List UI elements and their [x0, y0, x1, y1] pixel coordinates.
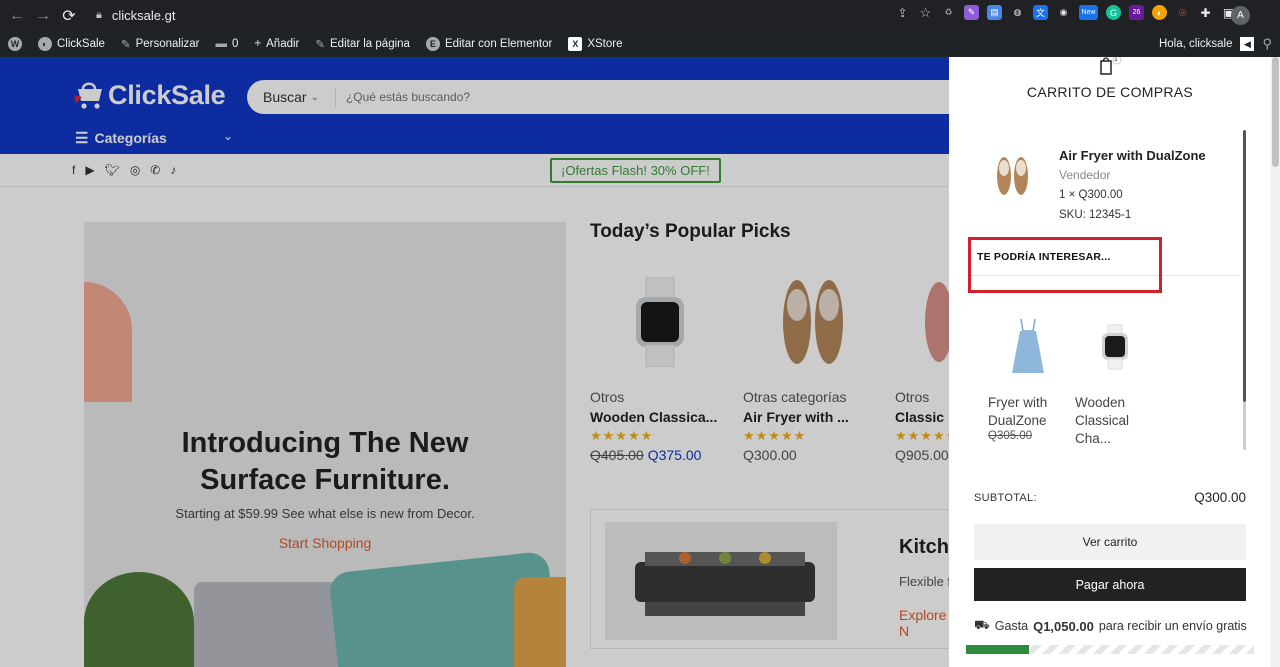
- address-bar[interactable]: 🔒︎ clicksale.gt: [96, 8, 175, 23]
- browser-toolbar: ← → ⟳ 🔒︎ clicksale.gt ⇪ ☆ ♻ ✎ ▤ ◍ 文 ◉ Ne…: [0, 0, 1280, 31]
- wp-xstore-link[interactable]: X XStore: [560, 31, 630, 57]
- plus-icon: +: [254, 38, 262, 50]
- wp-customize-link[interactable]: ✎ Personalizar: [113, 31, 208, 57]
- wp-comments-link[interactable]: ▬ 0: [208, 31, 247, 57]
- wp-elementor-link[interactable]: E Editar con Elementor: [418, 31, 560, 57]
- shopping-bag-icon[interactable]: [1099, 57, 1127, 75]
- cart-item-image[interactable]: [993, 152, 1033, 197]
- chrome-icon[interactable]: ◎: [1175, 5, 1190, 20]
- recommended-price: Q305.00: [988, 430, 1033, 442]
- cart-item-quantity: 1 × Q300.00: [1059, 189, 1123, 201]
- extensions-area: ⇪ ☆ ♻ ✎ ▤ ◍ 文 ◉ New G 26 ◐ ◎ ✚ ▣: [895, 5, 1236, 20]
- dashboard-icon: ◐: [38, 37, 52, 51]
- wp-greeting[interactable]: Hola, clicksale: [1159, 38, 1233, 50]
- bookmark-star-icon[interactable]: ☆: [918, 5, 933, 20]
- cart-scrollbar-track[interactable]: [1243, 402, 1246, 450]
- profile-avatar[interactable]: A: [1231, 6, 1250, 25]
- subtotal-value: Q300.00: [1194, 490, 1246, 505]
- xstore-icon: X: [568, 37, 583, 51]
- interest-heading: TE PODRÍA INTERESAR...: [977, 251, 1111, 263]
- translate-icon[interactable]: 文: [1033, 5, 1048, 20]
- cart-panel: 1 CARRITO DE COMPRAS Air Fryer with Dual…: [949, 56, 1271, 667]
- recommended-name: Wooden Classical Cha...: [1075, 395, 1130, 446]
- recommended-product[interactable]: Wooden Classical Cha...: [1075, 312, 1155, 448]
- search-icon[interactable]: ⚲: [1262, 36, 1272, 52]
- puzzle-icon[interactable]: ✚: [1198, 5, 1213, 20]
- elementor-icon: E: [425, 37, 440, 51]
- cart-title: CARRITO DE COMPRAS: [1026, 84, 1194, 100]
- lock-icon: 🔒︎: [96, 9, 102, 21]
- recommended-product[interactable]: Fryer with DualZone Q305.00: [988, 312, 1068, 442]
- cart-item-sku: SKU: 12345-1: [1059, 209, 1132, 221]
- recycle-icon[interactable]: ♻: [941, 5, 956, 20]
- url-text: clicksale.gt: [111, 8, 176, 23]
- reload-icon[interactable]: ⟳: [56, 3, 82, 29]
- wp-site-link[interactable]: ◐ ClickSale: [30, 31, 113, 57]
- cart-item-name[interactable]: Air Fryer with DualZone: [1059, 148, 1206, 163]
- back-icon[interactable]: ←: [4, 3, 30, 29]
- subtotal-label: SUBTOTAL:: [974, 492, 1037, 504]
- doc-extension-icon[interactable]: ▤: [987, 5, 1002, 20]
- free-shipping-message: ⛟ Gasta Q1,050.00 para recibir un envío …: [974, 618, 1247, 634]
- cart-scrollbar[interactable]: [1243, 130, 1246, 402]
- recommended-name: Fryer with DualZone: [988, 395, 1048, 428]
- shipping-progress-bar: [966, 645, 1254, 654]
- pay-now-button[interactable]: Pagar ahora: [974, 568, 1246, 601]
- view-cart-button[interactable]: Ver carrito: [974, 524, 1246, 560]
- moon-icon[interactable]: ◐: [1152, 5, 1167, 20]
- camera-icon[interactable]: ◉: [1056, 5, 1071, 20]
- cart-count-badge: 1: [1114, 56, 1118, 63]
- wp-edit-page-link[interactable]: ✎ Editar la página: [307, 31, 418, 57]
- wp-admin-bar: W ◐ ClickSale ✎ Personalizar ▬ 0 + Añadir ✎ E…: [0, 31, 1280, 57]
- page-scrollbar[interactable]: [1271, 57, 1280, 667]
- globe-icon[interactable]: ◍: [1010, 5, 1025, 20]
- user-avatar-icon[interactable]: ◀: [1240, 37, 1255, 51]
- forward-icon[interactable]: →: [30, 3, 56, 29]
- brush-icon: ✎: [120, 39, 131, 51]
- page-scroll-thumb[interactable]: [1272, 57, 1279, 167]
- badge-count-icon[interactable]: 26: [1129, 5, 1144, 20]
- wordpress-logo-icon[interactable]: W: [0, 31, 30, 57]
- truck-icon: ⛟: [974, 618, 990, 632]
- page-dim-overlay[interactable]: [0, 57, 949, 667]
- dress-image: [988, 312, 1068, 382]
- pen-extension-icon[interactable]: ✎: [964, 5, 979, 20]
- new-extension-icon[interactable]: New: [1079, 5, 1098, 20]
- wp-add-new-link[interactable]: + Añadir: [246, 31, 307, 57]
- highlight-box: [968, 237, 1162, 293]
- watch-image: [1075, 312, 1155, 382]
- share-icon[interactable]: ⇪: [895, 5, 910, 20]
- cart-item-vendor[interactable]: Vendedor: [1059, 168, 1110, 182]
- grammarly-icon[interactable]: G: [1106, 5, 1121, 20]
- comment-icon: ▬: [215, 38, 228, 50]
- shipping-progress-fill: [966, 645, 1030, 654]
- pencil-icon: ✎: [315, 39, 326, 51]
